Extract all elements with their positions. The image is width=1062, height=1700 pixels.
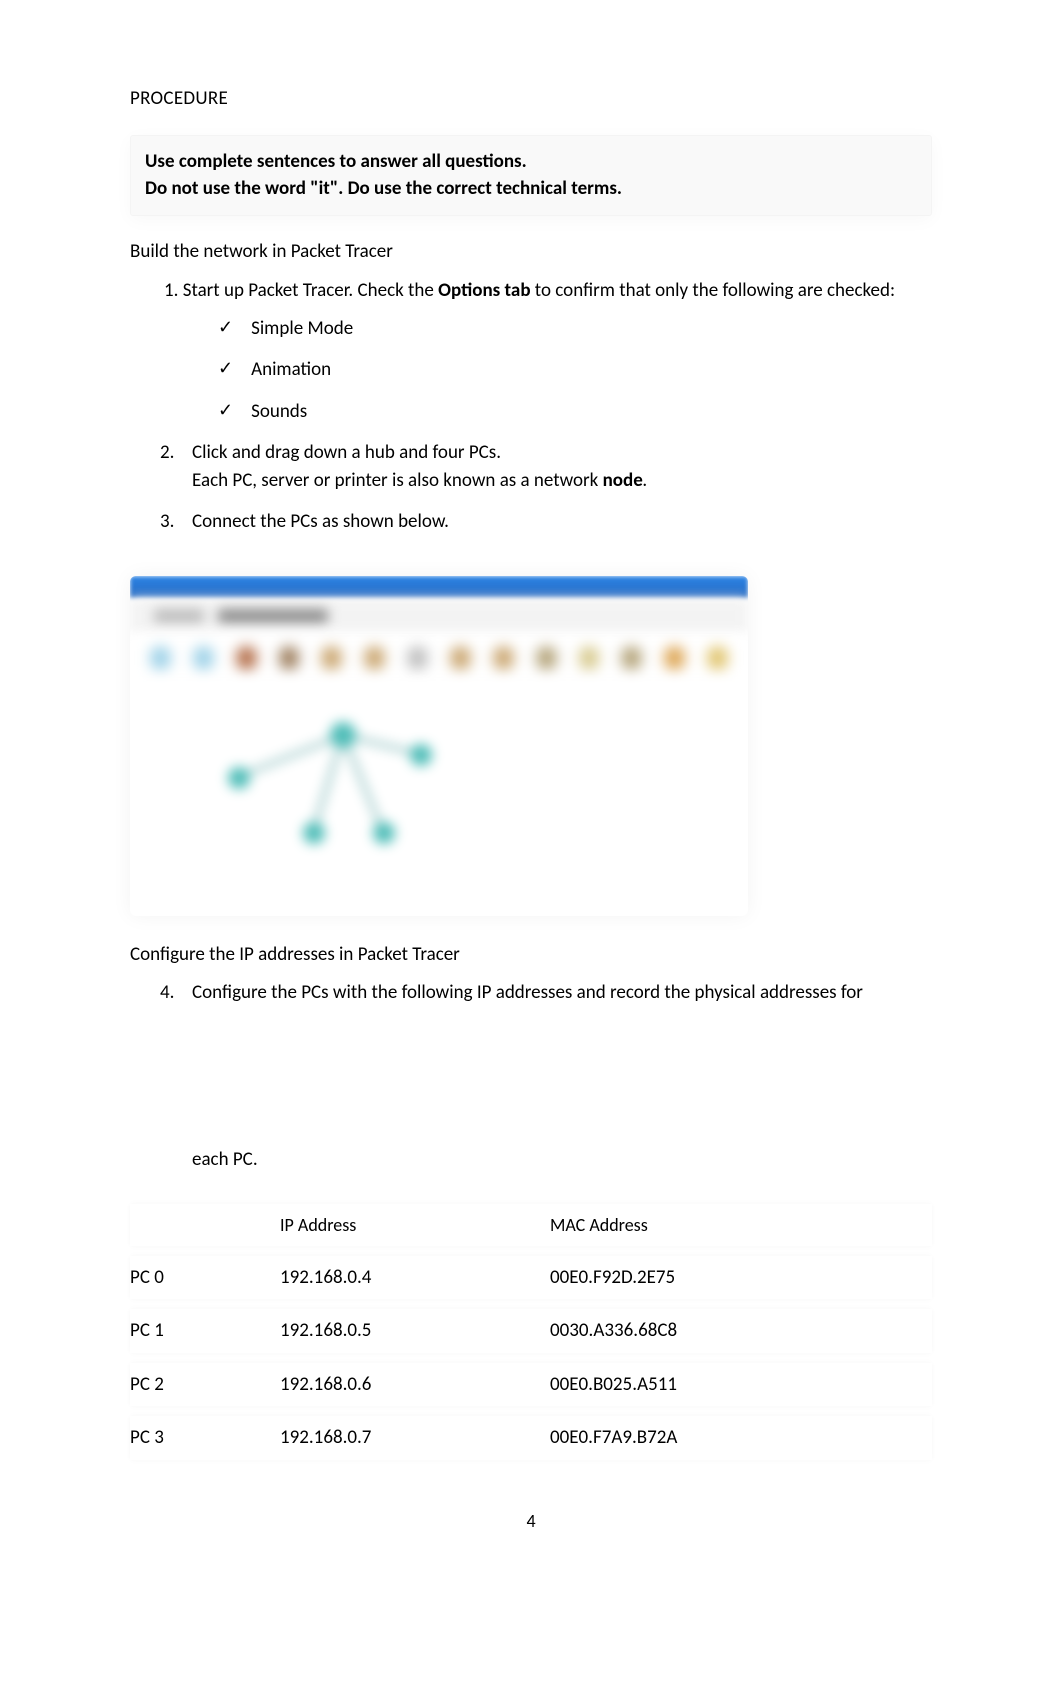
check-label: Simple Mode bbox=[251, 315, 353, 343]
toolbar-icon bbox=[621, 646, 642, 670]
options-checklist: ✓ Simple Mode ✓ Animation ✓ Sounds bbox=[218, 315, 932, 426]
step-4-text: Configure the PCs with the following IP … bbox=[192, 979, 863, 1007]
cell-mac: 00E0.B025.A511 bbox=[550, 1363, 932, 1407]
cell-ip: 192.168.0.6 bbox=[280, 1363, 550, 1407]
table-row: PC 3 192.168.0.7 00E0.F7A9.B72A bbox=[130, 1416, 932, 1460]
step-1-prefix: 1. Start up Packet Tracer. Check the bbox=[164, 279, 438, 302]
toolbar-icon bbox=[664, 646, 685, 670]
configure-section-heading: Configure the IP addresses in Packet Tra… bbox=[130, 941, 932, 969]
toolbar-icon bbox=[279, 646, 300, 670]
check-simple-mode: ✓ Simple Mode bbox=[218, 315, 932, 343]
step-1-bold: Options tab bbox=[438, 279, 530, 302]
callout-line-2: Do not use the word "it". Do use the cor… bbox=[145, 175, 917, 203]
step-2-line-2-suffix: . bbox=[643, 469, 648, 492]
menu-bar bbox=[130, 598, 748, 634]
step-3-number: 3. bbox=[160, 508, 192, 536]
table-row: PC 0 192.168.0.4 00E0.F92D.2E75 bbox=[130, 1256, 932, 1300]
check-sounds: ✓ Sounds bbox=[218, 398, 932, 426]
cell-ip: 192.168.0.4 bbox=[280, 1256, 550, 1300]
hub-node bbox=[330, 722, 356, 748]
toolbar-icon bbox=[493, 646, 514, 670]
toolbar-icon bbox=[364, 646, 385, 670]
checkmark-icon: ✓ bbox=[218, 359, 233, 377]
header-ip: IP Address bbox=[280, 1204, 550, 1246]
network-topology-lines bbox=[130, 682, 748, 892]
table-header-row: IP Address MAC Address bbox=[130, 1204, 932, 1246]
step-4-continuation: each PC. bbox=[192, 1146, 932, 1174]
step-4: 4. Configure the PCs with the following … bbox=[160, 979, 932, 1007]
callout-line-1: Use complete sentences to answer all que… bbox=[145, 148, 917, 176]
checkmark-icon: ✓ bbox=[218, 401, 233, 419]
toolbar-icon bbox=[707, 646, 728, 670]
toolbar-icon bbox=[450, 646, 471, 670]
toolbar-icon bbox=[150, 646, 171, 670]
cell-pc: PC 3 bbox=[130, 1416, 280, 1460]
step-2-number: 2. bbox=[160, 439, 192, 494]
table-row: PC 2 192.168.0.6 00E0.B025.A511 bbox=[130, 1363, 932, 1407]
step-2: 2. Click and drag down a hub and four PC… bbox=[160, 439, 932, 494]
packet-tracer-screenshot bbox=[130, 576, 748, 916]
step-3: 3. Connect the PCs as shown below. bbox=[160, 508, 932, 536]
toolbar-icon bbox=[579, 646, 600, 670]
pc-node bbox=[373, 822, 395, 844]
step-1: 1. Start up Packet Tracer. Check the Opt… bbox=[164, 277, 932, 305]
step-2-line-2-bold: node bbox=[603, 469, 643, 492]
instruction-callout: Use complete sentences to answer all que… bbox=[130, 135, 932, 216]
toolbar bbox=[130, 634, 748, 682]
table-row: PC 1 192.168.0.5 0030.A336.68C8 bbox=[130, 1309, 932, 1353]
menu-blob bbox=[218, 609, 328, 623]
cell-pc: PC 1 bbox=[130, 1309, 280, 1353]
cell-ip: 192.168.0.7 bbox=[280, 1416, 550, 1460]
check-label: Sounds bbox=[251, 398, 307, 426]
cell-pc: PC 0 bbox=[130, 1256, 280, 1300]
step-3-text: Connect the PCs as shown below. bbox=[192, 508, 932, 536]
step-2-line-1: Click and drag down a hub and four PCs. bbox=[192, 439, 932, 467]
step-2-line-2-prefix: Each PC, server or printer is also known… bbox=[192, 469, 603, 492]
header-pc bbox=[130, 1204, 280, 1246]
step-1-suffix: to confirm that only the following are c… bbox=[531, 279, 896, 302]
toolbar-icon bbox=[407, 646, 428, 670]
network-canvas bbox=[130, 682, 748, 892]
toolbar-icon bbox=[321, 646, 342, 670]
toolbar-icon bbox=[193, 646, 214, 670]
check-animation: ✓ Animation bbox=[218, 356, 932, 384]
toolbar-icon bbox=[536, 646, 557, 670]
toolbar-icon bbox=[236, 646, 257, 670]
cell-ip: 192.168.0.5 bbox=[280, 1309, 550, 1353]
pc-node bbox=[410, 744, 432, 766]
cell-mac: 0030.A336.68C8 bbox=[550, 1309, 932, 1353]
step-4-number: 4. bbox=[160, 979, 192, 1007]
pc-node bbox=[228, 767, 250, 789]
header-mac: MAC Address bbox=[550, 1204, 932, 1246]
ip-mac-table: IP Address MAC Address PC 0 192.168.0.4 … bbox=[130, 1194, 932, 1470]
check-label: Animation bbox=[251, 356, 331, 384]
procedure-heading: PROCEDURE bbox=[130, 85, 932, 113]
pc-node bbox=[303, 822, 325, 844]
page-number: 4 bbox=[130, 1508, 932, 1534]
menu-blob bbox=[154, 609, 204, 623]
build-section-heading: Build the network in Packet Tracer bbox=[130, 238, 932, 266]
cell-mac: 00E0.F92D.2E75 bbox=[550, 1256, 932, 1300]
window-title-bar bbox=[130, 576, 748, 598]
checkmark-icon: ✓ bbox=[218, 318, 233, 336]
cell-mac: 00E0.F7A9.B72A bbox=[550, 1416, 932, 1460]
cell-pc: PC 2 bbox=[130, 1363, 280, 1407]
step-2-line-2: Each PC, server or printer is also known… bbox=[192, 467, 932, 495]
